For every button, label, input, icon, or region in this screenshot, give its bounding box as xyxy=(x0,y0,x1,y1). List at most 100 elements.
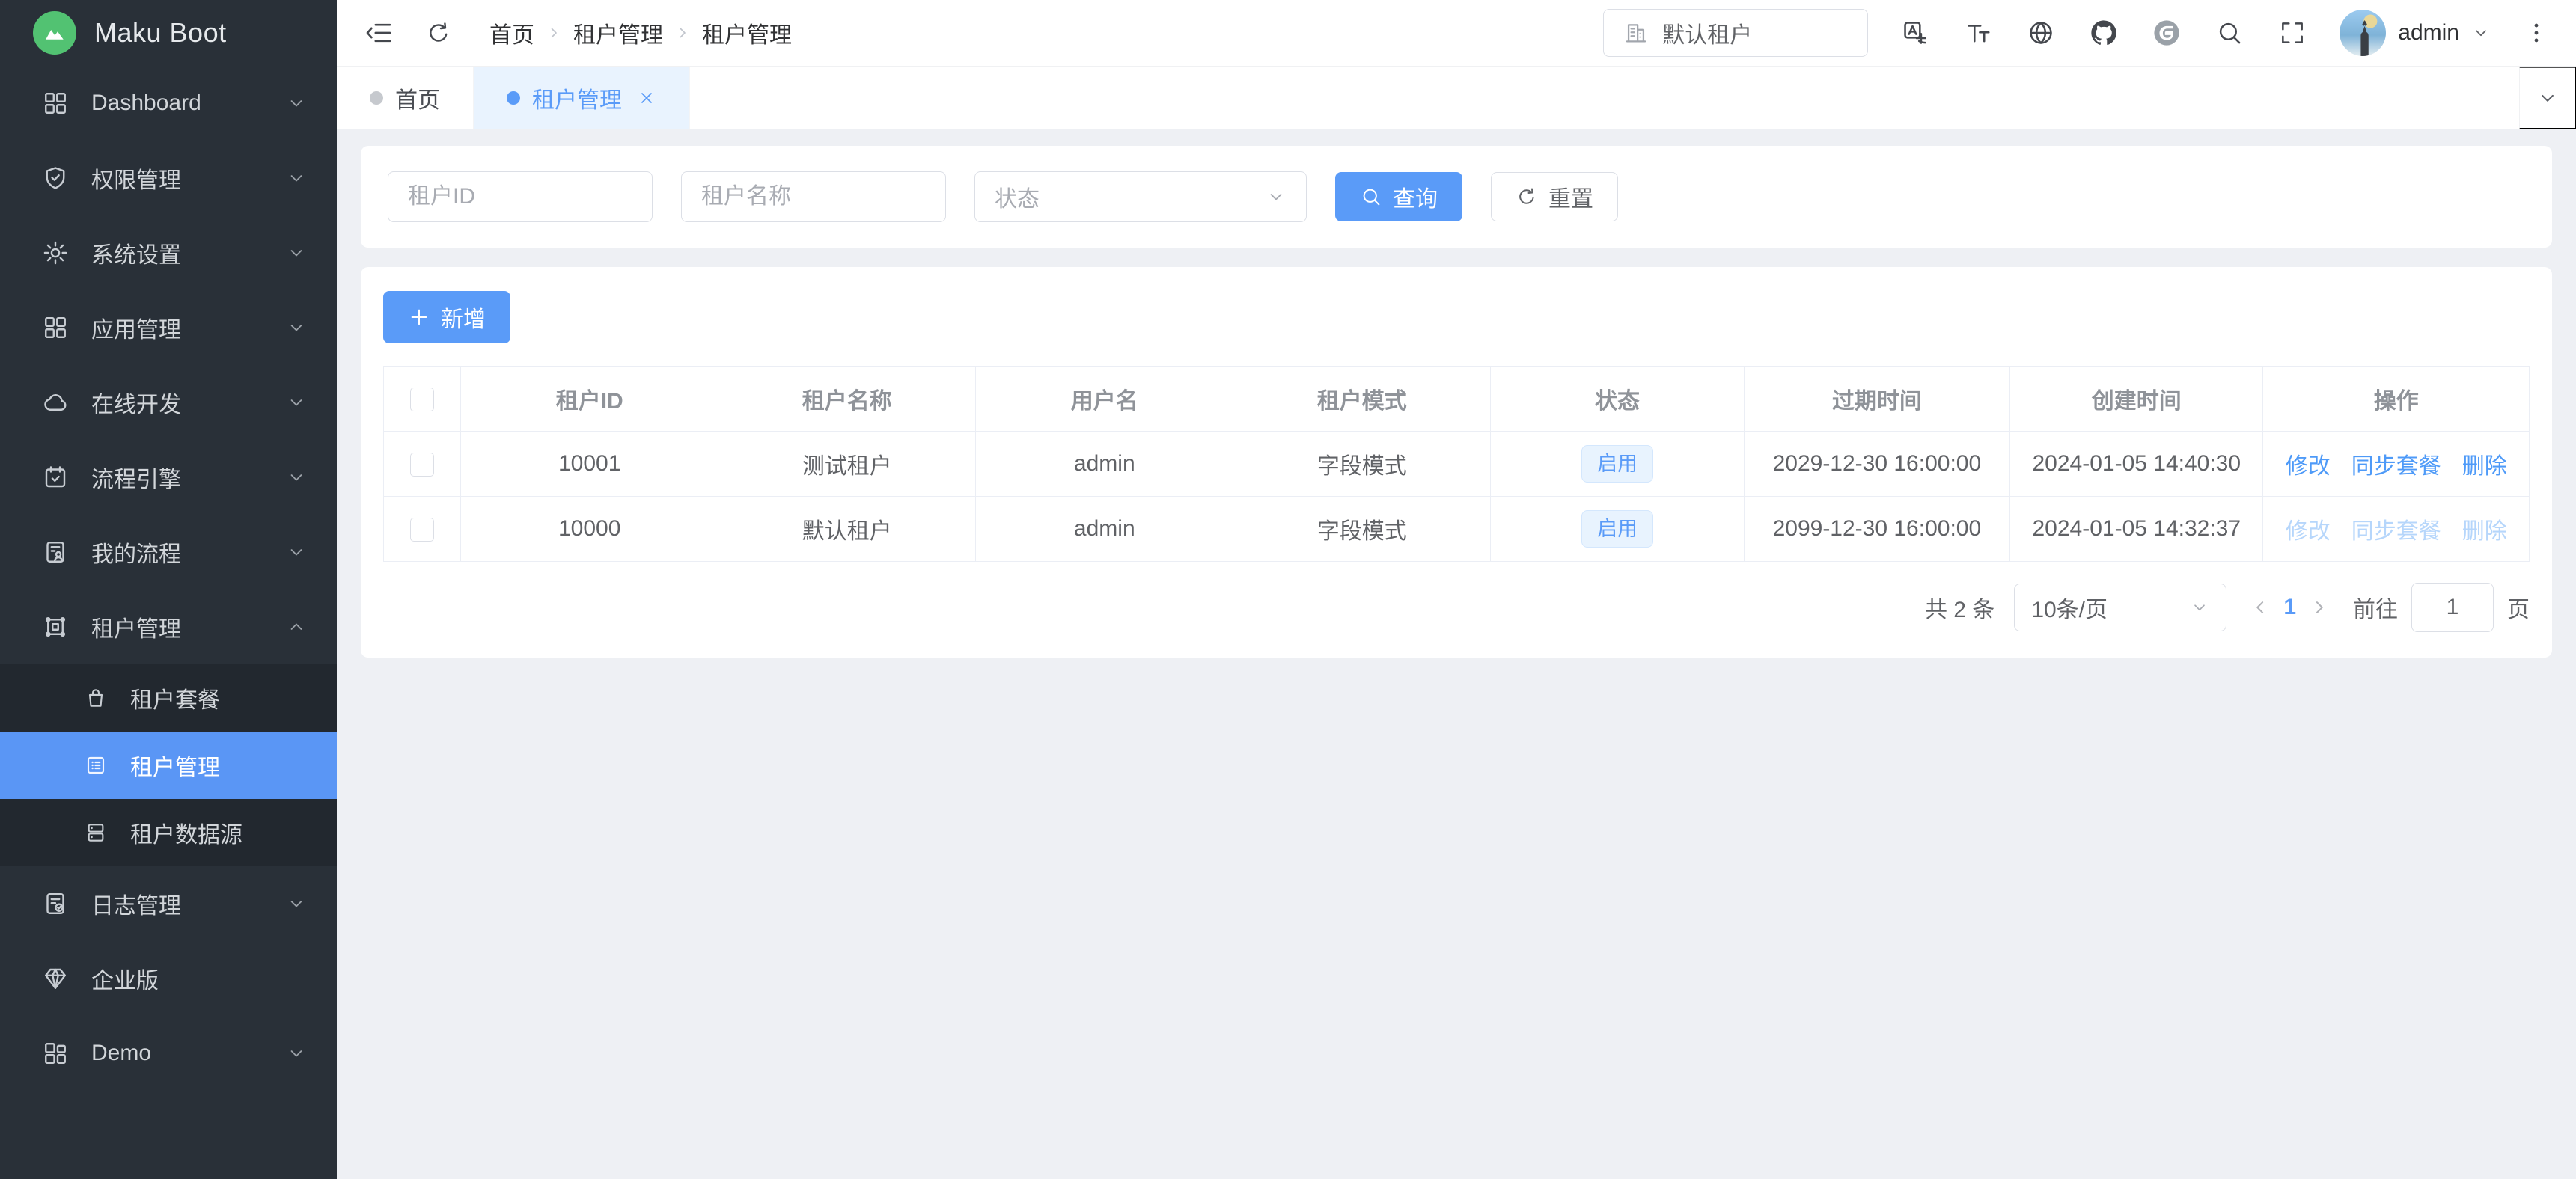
avatar xyxy=(2340,10,2386,56)
diamond-icon xyxy=(42,965,69,992)
sidebar-item-label: 权限管理 xyxy=(91,162,286,195)
sidebar-item-4[interactable]: 在线开发 xyxy=(0,365,337,440)
collapse-sidebar-button[interactable] xyxy=(364,18,394,48)
fullscreen-button[interactable] xyxy=(2278,19,2307,47)
package-bag-icon xyxy=(84,686,108,710)
page-size-select[interactable]: 10条/页 xyxy=(2014,584,2226,631)
kebab-icon xyxy=(2524,20,2549,46)
sidebar-item-3[interactable]: 应用管理 xyxy=(0,290,337,365)
sidebar-item-2[interactable]: 系统设置 xyxy=(0,215,337,290)
sidebar-subitem-0[interactable]: 租户套餐 xyxy=(0,664,337,732)
sidebar-item-0[interactable]: Dashboard xyxy=(0,66,337,141)
add-button-label: 新增 xyxy=(441,301,486,334)
sidebar-subitem-2[interactable]: 租户数据源 xyxy=(0,799,337,866)
fullscreen-icon xyxy=(2278,19,2307,47)
refresh-icon xyxy=(1516,186,1538,208)
chevron-up-icon xyxy=(286,616,307,637)
sidebar-item-9[interactable]: 企业版 xyxy=(0,941,337,1016)
chevron-down-icon xyxy=(286,392,307,413)
sidebar-subitem-label: 租户数据源 xyxy=(130,816,242,849)
table-card: 新增 租户ID租户名称用户名租户模式状态过期时间创建时间操作10001测试租户a… xyxy=(361,267,2552,658)
page-size-value: 10条/页 xyxy=(2031,591,2108,624)
breadcrumb: 首页租户管理租户管理 xyxy=(489,16,792,49)
translate-button[interactable] xyxy=(1901,19,1929,47)
reset-button[interactable]: 重置 xyxy=(1491,172,1618,221)
sidebar-item-label: Dashboard xyxy=(91,91,286,116)
row-checkbox[interactable] xyxy=(410,518,434,542)
next-page-button[interactable] xyxy=(2305,596,2334,619)
refresh-button[interactable] xyxy=(425,19,452,46)
sidebar-item-1[interactable]: 权限管理 xyxy=(0,141,337,215)
building-icon xyxy=(1623,20,1649,46)
breadcrumb-item-1[interactable]: 租户管理 xyxy=(573,16,663,49)
cell-tenant_name: 默认租户 xyxy=(718,497,976,562)
search-button[interactable] xyxy=(2215,19,2244,47)
gear-icon xyxy=(42,239,69,266)
header-tools xyxy=(1901,19,2307,47)
current-page[interactable]: 1 xyxy=(2279,595,2301,620)
sidebar-item-8[interactable]: 日志管理 xyxy=(0,866,337,941)
translate-icon xyxy=(1901,19,1929,47)
chevron-right-icon xyxy=(2308,596,2331,619)
cell-username: admin xyxy=(976,497,1233,562)
github-button[interactable] xyxy=(2090,19,2118,47)
cell-tenant_id: 10000 xyxy=(461,497,718,562)
cell-tenant_id: 10001 xyxy=(461,432,718,497)
sidebar-item-5[interactable]: 流程引擎 xyxy=(0,440,337,515)
tabs-dropdown-button[interactable] xyxy=(2519,67,2576,129)
sidebar-item-label: 应用管理 xyxy=(91,311,286,344)
tenant-id-input[interactable] xyxy=(388,171,653,222)
action-link-2[interactable]: 删除 xyxy=(2462,454,2507,479)
chevron-down-icon xyxy=(286,168,307,189)
sidebar-subitem-1[interactable]: 租户管理 xyxy=(0,732,337,799)
query-button-label: 查询 xyxy=(1393,180,1438,213)
status-badge: 启用 xyxy=(1581,445,1653,483)
chevron-down-icon xyxy=(286,542,307,563)
refresh-icon xyxy=(425,19,452,46)
column-header-4: 状态 xyxy=(1491,367,1744,432)
sidebar-item-6[interactable]: 我的流程 xyxy=(0,515,337,590)
user-name: admin xyxy=(2398,20,2459,46)
tenant-select[interactable]: 默认租户 xyxy=(1603,9,1868,57)
tenant-name-input[interactable] xyxy=(681,171,946,222)
search-icon xyxy=(1360,186,1382,208)
select-all-checkbox[interactable] xyxy=(410,388,434,411)
search-icon xyxy=(2215,19,2244,47)
list-square-icon xyxy=(84,753,108,777)
breadcrumb-item-0[interactable]: 首页 xyxy=(489,16,534,49)
goto-page-input[interactable] xyxy=(2411,583,2494,632)
tab-1[interactable]: 租户管理 xyxy=(474,67,690,129)
github-icon xyxy=(2090,19,2118,47)
tab-close-icon[interactable] xyxy=(637,88,656,108)
status-select[interactable]: 状态 xyxy=(974,171,1307,222)
globe-button[interactable] xyxy=(2027,19,2055,47)
action-link-0[interactable]: 修改 xyxy=(2286,454,2331,479)
cell-actions: 修改同步套餐删除 xyxy=(2263,497,2530,562)
gitee-button[interactable] xyxy=(2152,19,2181,47)
chevron-down-icon xyxy=(2471,23,2491,43)
prev-page-button[interactable] xyxy=(2246,596,2274,619)
user-menu[interactable]: admin xyxy=(2340,10,2491,56)
tab-label: 租户管理 xyxy=(532,82,622,114)
column-header-7: 操作 xyxy=(2263,367,2530,432)
sidebar-item-10[interactable]: Demo xyxy=(0,1016,337,1091)
sidebar-item-label: 企业版 xyxy=(91,962,307,995)
cell-actions: 修改同步套餐删除 xyxy=(2263,432,2530,497)
sidebar-item-7[interactable]: 租户管理 xyxy=(0,590,337,664)
tab-0[interactable]: 首页 xyxy=(337,67,474,129)
pagination-total: 共 2 条 xyxy=(1925,591,1994,624)
tab-dot-icon xyxy=(370,91,383,105)
action-link-1[interactable]: 同步套餐 xyxy=(2351,454,2441,479)
log-doc-icon xyxy=(42,890,69,917)
action-link-1: 同步套餐 xyxy=(2351,519,2441,544)
app-logo[interactable]: Maku Boot xyxy=(0,0,337,66)
apps-grid-icon xyxy=(42,314,69,341)
topbar: 首页租户管理租户管理 默认租户 admin xyxy=(337,0,2576,67)
row-checkbox[interactable] xyxy=(410,453,434,477)
kebab-menu-button[interactable] xyxy=(2524,20,2549,46)
query-button[interactable]: 查询 xyxy=(1335,172,1462,221)
font-size-button[interactable] xyxy=(1964,19,1992,47)
datasource-icon xyxy=(84,821,108,845)
status-badge: 启用 xyxy=(1581,510,1653,548)
add-button[interactable]: 新增 xyxy=(383,291,510,343)
